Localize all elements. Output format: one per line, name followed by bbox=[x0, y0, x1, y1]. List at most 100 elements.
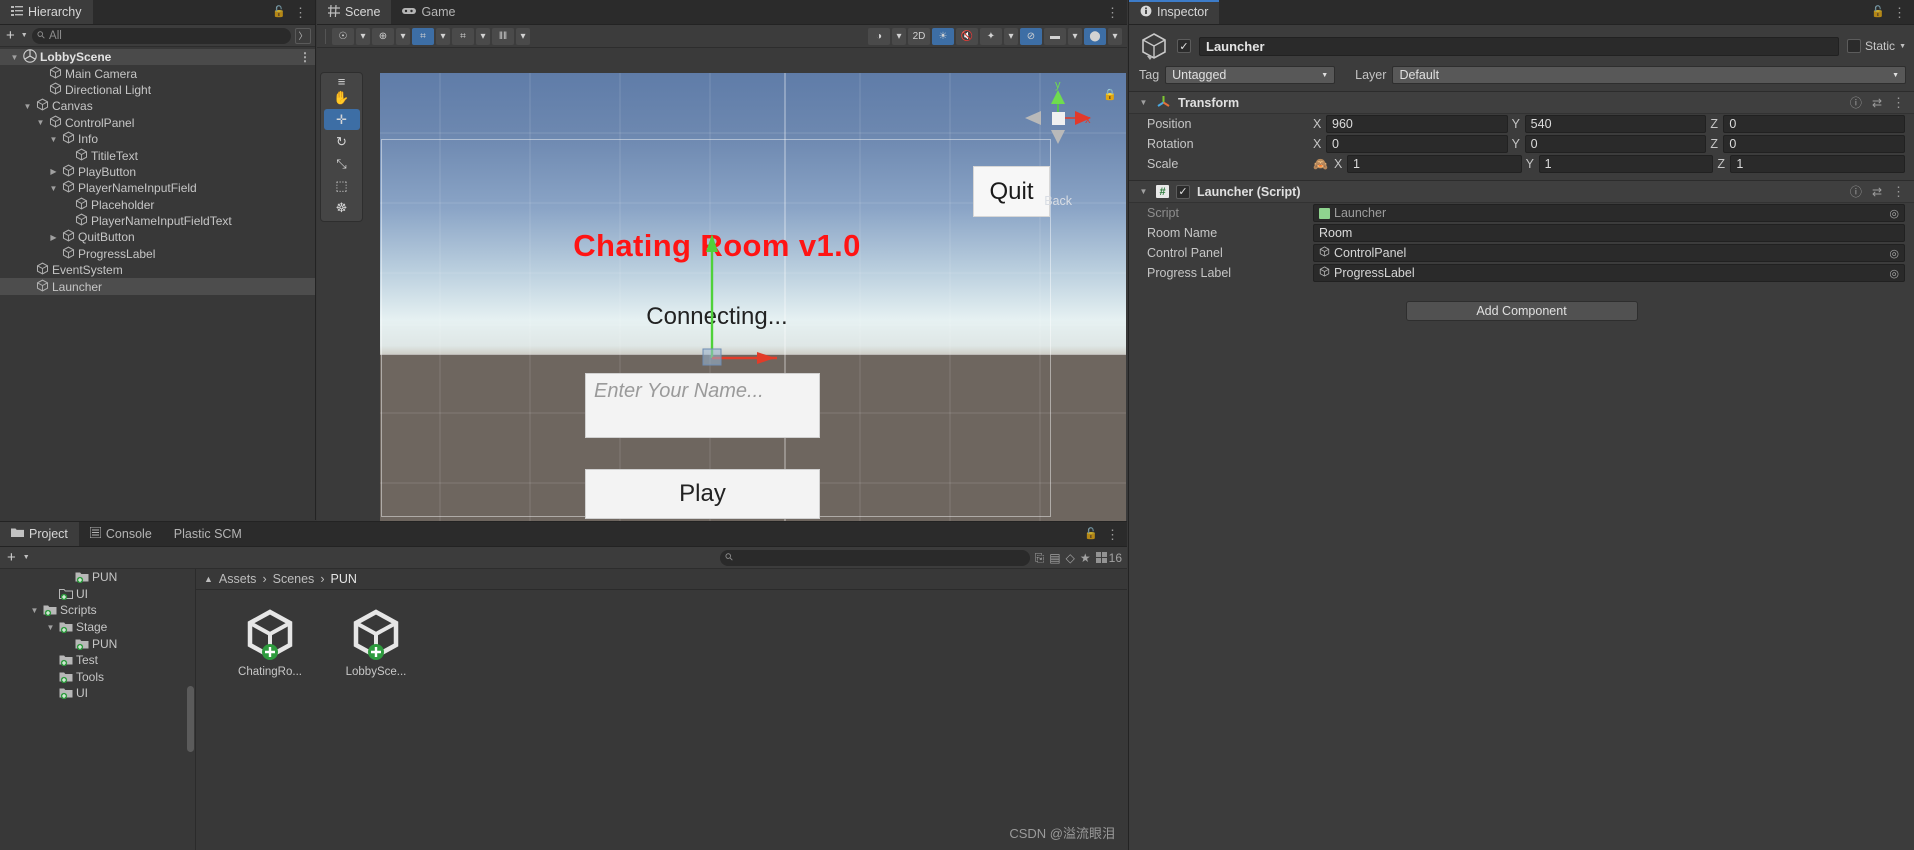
favorites-icon[interactable]: ★ bbox=[1080, 552, 1091, 564]
room-name-input[interactable]: Room bbox=[1313, 224, 1905, 242]
rotation-x-input[interactable]: 0 bbox=[1326, 135, 1508, 153]
create-object-button[interactable]: + bbox=[4, 28, 17, 43]
hierarchy-item-info[interactable]: ▼ Info bbox=[0, 131, 315, 147]
hierarchy-search-input[interactable]: ⚲ All bbox=[31, 27, 291, 44]
rect-tool[interactable]: ⬚ bbox=[324, 175, 360, 196]
breadcrumb-scroll-up-icon[interactable]: ▲ bbox=[204, 574, 213, 584]
save-search-icon[interactable]: ⎘ bbox=[1035, 552, 1045, 564]
tab-hierarchy[interactable]: Hierarchy bbox=[0, 0, 93, 24]
scene-menu-icon[interactable]: ⋮ bbox=[1106, 6, 1119, 19]
move-tool[interactable]: ✛ bbox=[323, 109, 360, 130]
create-object-dropdown-icon[interactable]: ▼ bbox=[21, 32, 28, 39]
hand-tool[interactable]: ✋ bbox=[324, 87, 360, 108]
hierarchy-item-placeholder[interactable]: Placeholder bbox=[0, 197, 315, 213]
static-dropdown-icon[interactable]: ▼ bbox=[1899, 43, 1906, 50]
scene-visibility-button[interactable]: ⊘ bbox=[1020, 27, 1042, 45]
quit-button[interactable]: Quit bbox=[973, 166, 1050, 217]
handle-space-dropdown[interactable]: ▾ bbox=[396, 27, 410, 45]
inspector-menu-icon[interactable]: ⋮ bbox=[1893, 6, 1906, 19]
label-filter-icon[interactable]: ◇ bbox=[1066, 552, 1075, 564]
foldout-icon[interactable]: ▼ bbox=[48, 184, 59, 193]
project-folder-test[interactable]: Test bbox=[0, 652, 195, 669]
camera-settings-button[interactable]: ▬ bbox=[1044, 27, 1066, 45]
asset-item[interactable]: ChatingRo... bbox=[228, 608, 312, 678]
foldout-icon[interactable]: ▼ bbox=[29, 606, 40, 615]
launcher-enabled-checkbox[interactable]: ✓ bbox=[1176, 184, 1190, 199]
foldout-icon[interactable]: ▶ bbox=[48, 167, 59, 176]
object-picker-icon[interactable]: ◎ bbox=[1889, 247, 1899, 260]
tag-dropdown[interactable]: Untagged ▼ bbox=[1165, 66, 1336, 84]
position-y-input[interactable]: 540 bbox=[1524, 115, 1707, 133]
hierarchy-item-controlpanel[interactable]: ▼ ControlPanel bbox=[0, 115, 315, 131]
project-folder-pun[interactable]: PUN bbox=[0, 635, 195, 652]
breadcrumb-scenes[interactable]: Scenes bbox=[273, 572, 315, 586]
object-active-checkbox[interactable]: ✓ bbox=[1177, 39, 1191, 53]
create-asset-button[interactable]: + bbox=[5, 550, 18, 565]
inspector-lock-icon[interactable]: 🔓 bbox=[1871, 6, 1885, 18]
tab-plastic-scm[interactable]: Plastic SCM bbox=[163, 522, 253, 546]
breadcrumb-assets[interactable]: Assets bbox=[219, 572, 257, 586]
hierarchy-menu-icon[interactable]: ⋮ bbox=[294, 6, 307, 19]
preset-icon[interactable]: ⇄ bbox=[1872, 97, 1882, 109]
gizmo-lock-icon[interactable]: 🔒 bbox=[1103, 88, 1117, 101]
scale-tool[interactable]: ⤡ bbox=[324, 153, 360, 174]
project-folder-tools[interactable]: Tools bbox=[0, 669, 195, 686]
project-folder-tree[interactable]: PUN UI ▼ Scripts ▼ Stage PUN Test Tools UI bbox=[0, 569, 196, 850]
project-folder-stage[interactable]: ▼ Stage bbox=[0, 619, 195, 636]
hierarchy-item-quitbutton[interactable]: ▶ QuitButton bbox=[0, 229, 315, 245]
script-object-field[interactable]: Launcher ◎ bbox=[1313, 204, 1905, 222]
tab-console[interactable]: Console bbox=[79, 522, 163, 546]
pivot-mode-dropdown[interactable]: ▾ bbox=[356, 27, 370, 45]
foldout-icon[interactable]: ▼ bbox=[9, 53, 20, 62]
project-folder-scripts[interactable]: ▼ Scripts bbox=[0, 602, 195, 619]
static-checkbox[interactable] bbox=[1847, 39, 1862, 53]
gizmos-toggle-button[interactable]: ⬤ bbox=[1084, 27, 1106, 45]
foldout-icon[interactable]: ▼ bbox=[35, 118, 46, 127]
scene-row-menu-icon[interactable]: ⋮ bbox=[299, 50, 311, 64]
hierarchy-item-playbutton[interactable]: ▶ PlayButton bbox=[0, 164, 315, 180]
foldout-icon[interactable]: ▶ bbox=[48, 233, 59, 242]
packages-filter-icon[interactable]: ▤ bbox=[1049, 552, 1060, 564]
object-picker-icon[interactable]: ◎ bbox=[1889, 207, 1899, 220]
snap-increment-button[interactable]: ‖‖ bbox=[492, 27, 514, 45]
foldout-icon[interactable]: ▼ bbox=[45, 623, 56, 632]
help-icon[interactable]: ⓘ bbox=[1850, 186, 1862, 198]
effects-dropdown[interactable]: ▾ bbox=[1004, 27, 1018, 45]
project-lock-icon[interactable]: 🔓 bbox=[1084, 528, 1098, 540]
foldout-icon[interactable]: ▼ bbox=[22, 102, 33, 111]
tab-scene[interactable]: Scene bbox=[317, 0, 392, 24]
project-menu-icon[interactable]: ⋮ bbox=[1106, 528, 1119, 541]
orientation-gizmo[interactable]: y x bbox=[1019, 78, 1097, 156]
grid-snap-button[interactable]: ⌗ bbox=[412, 27, 434, 45]
move-gizmo[interactable] bbox=[647, 226, 777, 366]
draw-mode-dropdown[interactable]: ▾ bbox=[892, 27, 906, 45]
rotation-z-input[interactable]: 0 bbox=[1723, 135, 1906, 153]
foldout-icon[interactable]: ▼ bbox=[48, 135, 59, 144]
grid-snap-dropdown[interactable]: ▾ bbox=[436, 27, 450, 45]
project-search-input[interactable]: ⚲ bbox=[719, 549, 1030, 566]
hierarchy-tree[interactable]: ▼ LobbyScene ⋮ Main Camera Directional Light… bbox=[0, 47, 315, 520]
progress-label-object-field[interactable]: ProgressLabel ◎ bbox=[1313, 264, 1905, 282]
position-z-input[interactable]: 0 bbox=[1723, 115, 1906, 133]
snap-increment-dropdown[interactable]: ▾ bbox=[516, 27, 530, 45]
constrain-proportions-icon[interactable]: 🙈 bbox=[1313, 157, 1328, 171]
launcher-foldout-icon[interactable]: ▼ bbox=[1138, 187, 1149, 196]
launcher-menu-icon[interactable]: ⋮ bbox=[1892, 185, 1905, 198]
grid-visibility-button[interactable]: ⌗ bbox=[452, 27, 474, 45]
project-folder-pun[interactable]: PUN bbox=[0, 569, 195, 586]
tab-inspector[interactable]: Inspector bbox=[1129, 0, 1220, 24]
audio-toggle-button[interactable]: 🔇 bbox=[956, 27, 978, 45]
effects-button[interactable]: ✦ bbox=[980, 27, 1002, 45]
position-x-input[interactable]: 960 bbox=[1326, 115, 1508, 133]
preset-icon[interactable]: ⇄ bbox=[1872, 186, 1882, 198]
hierarchy-item-canvas[interactable]: ▼ Canvas bbox=[0, 98, 315, 114]
hierarchy-item-playernameinputfieldtext[interactable]: PlayerNameInputFieldText bbox=[0, 213, 315, 229]
launcher-script-component-header[interactable]: ▼ # ✓ Launcher (Script) ⓘ ⇄ ⋮ bbox=[1129, 180, 1914, 203]
gizmos-dropdown[interactable]: ▾ bbox=[1108, 27, 1122, 45]
add-component-button[interactable]: Add Component bbox=[1405, 301, 1638, 321]
object-picker-icon[interactable]: ◎ bbox=[1889, 267, 1899, 280]
lighting-toggle-button[interactable]: ☀ bbox=[932, 27, 954, 45]
scale-z-input[interactable]: 1 bbox=[1730, 155, 1906, 173]
rotation-y-input[interactable]: 0 bbox=[1524, 135, 1707, 153]
hierarchy-item-launcher[interactable]: Launcher bbox=[0, 278, 315, 295]
